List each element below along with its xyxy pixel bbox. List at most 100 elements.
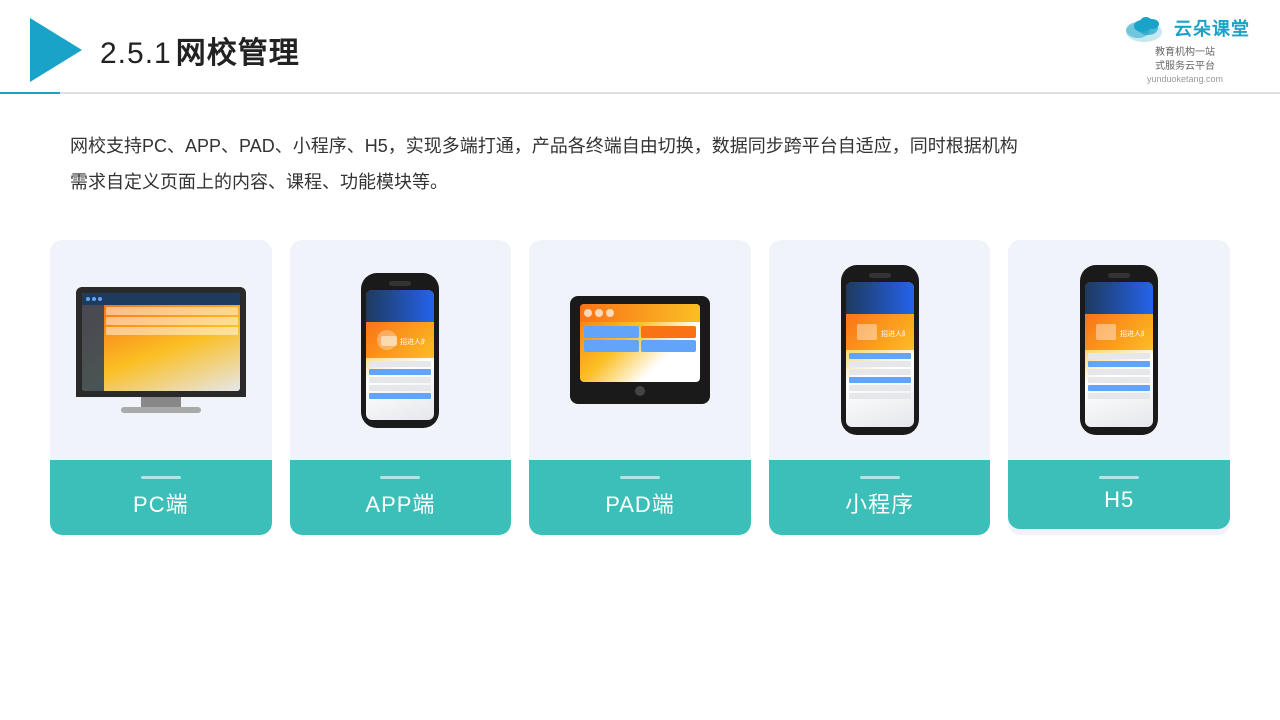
pc-stand <box>141 397 181 407</box>
phone-row-4 <box>369 385 431 391</box>
tablet-screen <box>580 304 700 382</box>
pc-screen-inner <box>82 293 240 391</box>
miniprogram-phone-screen: 招进人的 <box>846 282 914 427</box>
miniprogram-screen-top <box>846 282 914 314</box>
tablet-block-3 <box>584 340 639 352</box>
pc-content-block-3 <box>106 327 238 335</box>
brand-logo-icon-group: 云朵课堂 <box>1120 12 1250 44</box>
phone-row-1 <box>369 361 431 367</box>
svg-text:招进人的: 招进人的 <box>1120 329 1144 338</box>
pc-content-block-1 <box>106 307 238 315</box>
page-header: 2.5.1网校管理 云朵课堂 教育机构一站 式服务云平台 yunduoketan… <box>0 0 1280 82</box>
description-paragraph: 网校支持PC、APP、PAD、小程序、H5，实现多端打通，产品各终端自由切换，数… <box>70 128 1210 200</box>
mini-row-5 <box>849 385 911 391</box>
pc-nav-dot-3 <box>98 297 102 301</box>
phone-screen-top <box>366 290 434 322</box>
h5-row-4 <box>1088 377 1150 383</box>
phone-notch <box>389 281 411 286</box>
mini-row-6 <box>849 393 911 399</box>
miniprogram-phone-mockup: 招进人的 <box>841 265 919 435</box>
tablet-home-btn <box>635 386 645 396</box>
cloud-icon <box>1120 12 1168 44</box>
tablet-icon-2 <box>595 309 603 317</box>
h5-screen-body <box>1085 350 1153 404</box>
phone-row-2 <box>369 369 431 375</box>
pc-sidebar <box>82 305 104 391</box>
pc-content-block-2 <box>106 317 238 325</box>
card-miniprogram: 招进人的 小程序 <box>769 240 991 535</box>
card-h5: 招进人的 H5 <box>1008 240 1230 535</box>
h5-row-2 <box>1088 361 1150 367</box>
card-h5-label: H5 <box>1008 460 1230 529</box>
mini-row-4 <box>849 377 911 383</box>
tablet-block-4 <box>641 340 696 352</box>
h5-phone-screen: 招进人的 <box>1085 282 1153 427</box>
card-label-line-2 <box>380 476 420 479</box>
miniprogram-screen-body <box>846 350 914 404</box>
card-pc-image <box>50 240 272 460</box>
brand-logo: 云朵课堂 教育机构一站 式服务云平台 yunduoketang.com <box>1120 12 1250 84</box>
header-divider <box>0 92 1280 94</box>
card-pc-label: PC端 <box>50 460 272 535</box>
pc-mockup <box>76 287 246 413</box>
h5-row-6 <box>1088 393 1150 399</box>
h5-hero-icon: 招进人的 <box>1094 320 1144 344</box>
page-title: 2.5.1网校管理 <box>100 28 300 72</box>
pc-base <box>121 407 201 413</box>
phone-notch-h5 <box>1108 273 1130 278</box>
card-miniprogram-image: 招进人的 <box>769 240 991 460</box>
card-pad: PAD端 <box>529 240 751 535</box>
svg-text:招进人的: 招进人的 <box>881 329 905 338</box>
h5-row-3 <box>1088 369 1150 375</box>
card-pc: PC端 <box>50 240 272 535</box>
card-app-label: APP端 <box>290 460 512 535</box>
brand-name-text: 云朵课堂 <box>1174 15 1250 41</box>
miniprogram-screen-hero: 招进人的 <box>846 314 914 350</box>
h5-row-1 <box>1088 353 1150 359</box>
mini-row-3 <box>849 369 911 375</box>
phone-row-3 <box>369 377 431 383</box>
phone-notch-mini <box>869 273 891 278</box>
tablet-block-2 <box>641 326 696 338</box>
card-app-image: 招进人的 <box>290 240 512 460</box>
tablet-mockup <box>570 296 710 404</box>
mini-row-2 <box>849 361 911 367</box>
tablet-icon-3 <box>606 309 614 317</box>
description-text: 网校支持PC、APP、PAD、小程序、H5，实现多端打通，产品各终端自由切换，数… <box>70 128 1210 200</box>
card-label-line-5 <box>1099 476 1139 479</box>
pc-nav-bar <box>82 293 240 305</box>
card-pad-image <box>529 240 751 460</box>
pc-nav-dot <box>86 297 90 301</box>
card-app: 招进人的 APP端 <box>290 240 512 535</box>
tablet-body <box>580 322 700 356</box>
mini-hero-icon: 招进人的 <box>855 320 905 344</box>
h5-phone-mockup: 招进人的 <box>1080 265 1158 435</box>
tablet-top-bar <box>580 304 700 322</box>
device-cards-container: PC端 招进人的 <box>50 240 1230 535</box>
card-h5-image: 招进人的 <box>1008 240 1230 460</box>
brand-url: yunduoketang.com <box>1147 74 1223 84</box>
app-phone-mockup: 招进人的 <box>361 273 439 428</box>
tablet-block-1 <box>584 326 639 338</box>
card-label-line-4 <box>860 476 900 479</box>
pc-screen-outer <box>76 287 246 397</box>
pc-main <box>104 305 240 391</box>
h5-screen-hero: 招进人的 <box>1085 314 1153 350</box>
hero-image-icon: 招进人的 <box>375 328 425 352</box>
pc-screen-content <box>82 293 240 391</box>
phone-screen: 招进人的 <box>366 290 434 420</box>
card-pad-label: PAD端 <box>529 460 751 535</box>
card-miniprogram-label: 小程序 <box>769 460 991 535</box>
pc-body <box>82 305 240 391</box>
pc-nav-dot-2 <box>92 297 96 301</box>
card-label-line-3 <box>620 476 660 479</box>
card-label-line <box>141 476 181 479</box>
phone-screen-hero: 招进人的 <box>366 322 434 358</box>
mini-row-1 <box>849 353 911 359</box>
svg-text:招进人的: 招进人的 <box>400 337 425 346</box>
h5-screen-top <box>1085 282 1153 314</box>
h5-row-5 <box>1088 385 1150 391</box>
phone-row-5 <box>369 393 431 399</box>
brand-tagline: 教育机构一站 式服务云平台 <box>1155 46 1215 74</box>
tablet-icon-1 <box>584 309 592 317</box>
